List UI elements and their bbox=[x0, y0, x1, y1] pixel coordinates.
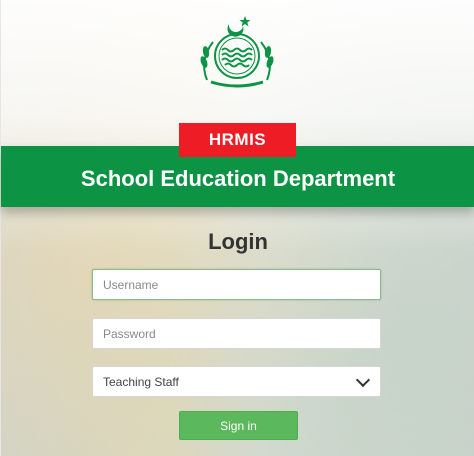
government-emblem-logo bbox=[200, 16, 274, 88]
staff-type-value: Teaching Staff bbox=[103, 374, 179, 389]
chevron-down-icon bbox=[355, 372, 371, 387]
login-card: HRMIS School Education Department Login … bbox=[0, 0, 474, 456]
login-heading: Login bbox=[208, 229, 268, 254]
username-input[interactable] bbox=[92, 269, 381, 300]
hrmis-badge: HRMIS bbox=[179, 123, 296, 157]
staff-type-select[interactable]: Teaching Staff bbox=[92, 366, 381, 397]
password-input[interactable] bbox=[92, 318, 381, 349]
sign-in-button[interactable]: Sign in bbox=[179, 411, 298, 440]
department-title: School Education Department bbox=[80, 165, 396, 191]
